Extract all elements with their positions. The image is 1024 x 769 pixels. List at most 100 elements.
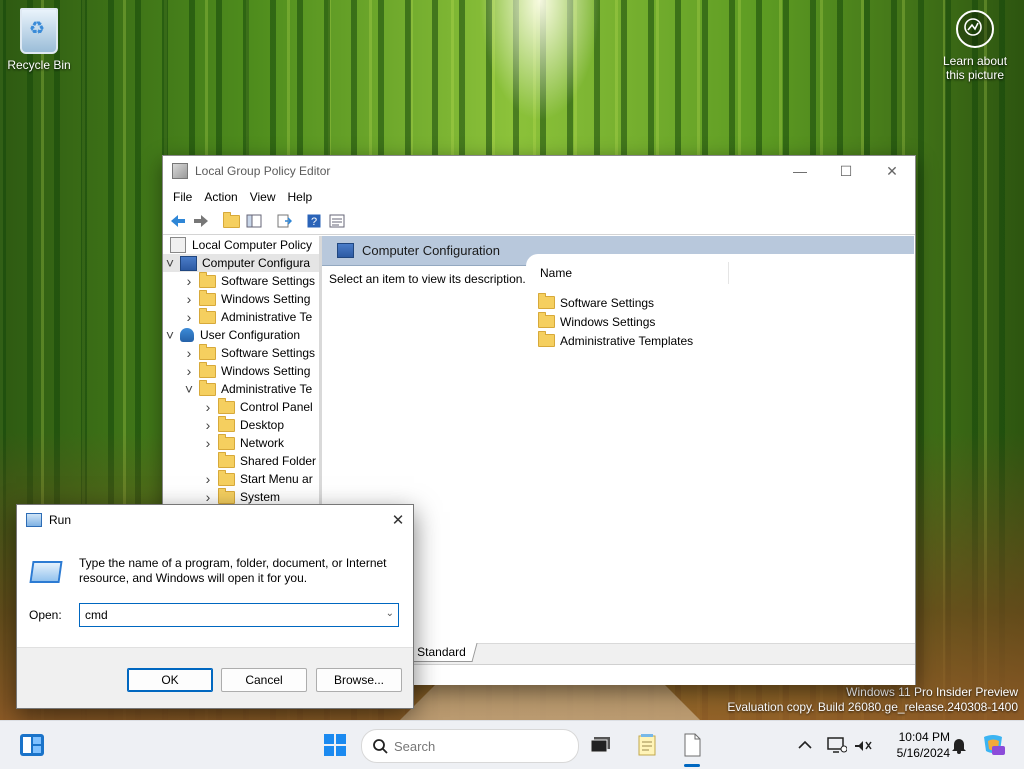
item-list: Name Software Settings Windows Settings … [526, 254, 915, 644]
chevron-right-icon[interactable]: › [182, 291, 196, 307]
tree-item[interactable]: ˅ Administrative Te [163, 379, 319, 398]
recycle-bin-shortcut[interactable]: Recycle Bin [6, 8, 72, 72]
properties-icon[interactable] [326, 211, 348, 231]
run-title: Run [49, 512, 72, 527]
tree-item[interactable]: ˅ Computer Configura [163, 254, 319, 272]
forward-arrow-icon[interactable] [190, 211, 212, 231]
up-folder-icon[interactable] [220, 211, 242, 231]
chevron-right-icon[interactable]: › [201, 399, 215, 415]
tab-standard[interactable]: Standard [405, 643, 478, 662]
notification-bell-icon[interactable] [944, 730, 974, 760]
chevron-right-icon[interactable]: › [182, 273, 196, 289]
minimize-button[interactable]: — [777, 156, 823, 186]
chevron-right-icon[interactable]: › [201, 417, 215, 433]
tree-item[interactable]: › Network [163, 433, 319, 452]
chevron-down-icon[interactable]: ⌄ [386, 608, 394, 619]
back-arrow-icon[interactable] [167, 211, 189, 231]
copilot-icon[interactable] [978, 730, 1008, 760]
learn-about-picture-shortcut[interactable]: Learn about this picture [936, 10, 1014, 82]
menu-view[interactable]: View [244, 190, 282, 204]
search-placeholder: Search [394, 738, 436, 754]
close-button[interactable]: ✕ [869, 156, 915, 186]
tree-item[interactable]: › Windows Setting [163, 361, 319, 380]
gpedit-titlebar[interactable]: Local Group Policy Editor — ☐ ✕ [163, 156, 915, 186]
tree-item[interactable]: › Software Settings [163, 343, 319, 362]
tree-item-label: Windows Setting [221, 364, 311, 378]
watermark-line1: Windows 11 Pro Insider Preview [846, 685, 1018, 699]
document-app-icon[interactable] [677, 730, 707, 760]
tree-item[interactable]: ˅ User Configuration [163, 326, 319, 344]
tree-item-label: Start Menu ar [240, 472, 313, 486]
run-dialog: Run ✕ Type the name of a program, folder… [16, 504, 414, 709]
tray-date: 5/16/2024 [896, 746, 950, 760]
folder-icon [199, 361, 216, 378]
list-item-label: Administrative Templates [560, 333, 694, 348]
cancel-button[interactable]: Cancel [221, 668, 307, 692]
folder-icon [199, 379, 216, 396]
run-titlebar[interactable]: Run ✕ [17, 505, 413, 534]
list-item[interactable]: Windows Settings [538, 312, 655, 331]
open-input[interactable]: cmd ⌄ [79, 603, 399, 627]
ok-button[interactable]: OK [127, 668, 213, 692]
chevron-right-icon[interactable]: › [182, 363, 196, 379]
tree-item[interactable]: › Windows Setting [163, 289, 319, 308]
taskbar-search[interactable]: Search [361, 729, 579, 763]
chevron-down-icon[interactable]: ˅ [163, 327, 177, 343]
menu-action[interactable]: Action [198, 190, 243, 204]
chevron-up-icon[interactable] [790, 730, 820, 760]
watermark-line2: Evaluation copy. Build 26080.ge_release.… [727, 700, 1018, 714]
tree-item[interactable]: › Administrative Te [163, 307, 319, 326]
help-icon[interactable]: ? [303, 211, 325, 231]
recycle-bin-icon [20, 8, 58, 54]
show-hide-tree-icon[interactable] [243, 211, 265, 231]
gpedit-toolbar: ? [163, 208, 915, 235]
menu-help[interactable]: Help [282, 190, 319, 204]
tree-item-label: Local Computer Policy [192, 238, 313, 252]
network-volume-icon[interactable] [848, 730, 878, 760]
run-title-icon [26, 512, 42, 527]
details-header-title: Computer Configuration [362, 243, 501, 258]
menu-file[interactable]: File [167, 190, 198, 204]
tree-item[interactable]: Local Computer Policy [163, 236, 319, 254]
tree-item[interactable]: › Software Settings [163, 271, 319, 290]
tree-item-label: Network [240, 436, 285, 450]
tree-item[interactable]: Shared Folder [163, 451, 319, 470]
open-label: Open: [29, 608, 62, 622]
run-close-button[interactable]: ✕ [383, 505, 413, 534]
run-instructions: Type the name of a program, folder, docu… [79, 556, 387, 585]
tree-item-label: Desktop [240, 418, 285, 432]
chevron-right-icon[interactable]: › [201, 471, 215, 487]
folder-icon [218, 487, 235, 504]
user-icon [180, 328, 194, 342]
search-icon [373, 739, 388, 754]
gpedit-title: Local Group Policy Editor [195, 164, 331, 178]
browse-button[interactable]: Browse... [316, 668, 402, 692]
tree-item[interactable]: › Control Panel [163, 397, 319, 416]
computer-icon [337, 243, 354, 258]
list-item[interactable]: Administrative Templates [538, 331, 693, 350]
tree-item[interactable]: › Start Menu ar [163, 469, 319, 488]
folder-icon [538, 293, 555, 309]
taskbar: Search 10:04 PM 5/16/2024 [0, 720, 1024, 769]
open-input-value[interactable]: cmd [85, 608, 108, 622]
start-windows-icon[interactable] [320, 730, 350, 760]
column-header-name[interactable]: Name [526, 262, 729, 284]
folder-icon [538, 312, 555, 328]
folder-icon [218, 397, 235, 414]
chevron-right-icon[interactable]: › [201, 435, 215, 451]
chevron-right-icon[interactable]: › [182, 345, 196, 361]
task-view-icon[interactable] [586, 730, 616, 760]
widgets-icon[interactable] [17, 730, 47, 760]
chevron-right-icon[interactable]: › [201, 489, 215, 505]
chevron-down-icon[interactable]: ˅ [163, 255, 177, 271]
toolbar-separator [266, 211, 272, 231]
learn-label-line1: Learn about [942, 54, 1008, 68]
tray-clock[interactable]: 10:04 PM 5/16/2024 [880, 729, 950, 761]
tree-item[interactable]: › Desktop [163, 415, 319, 434]
export-list-icon[interactable] [273, 211, 295, 231]
chevron-down-icon[interactable]: ˅ [182, 381, 196, 397]
chevron-right-icon[interactable]: › [182, 309, 196, 325]
maximize-button[interactable]: ☐ [823, 156, 869, 186]
notepad-app-icon[interactable] [632, 730, 662, 760]
list-item[interactable]: Software Settings [538, 293, 654, 312]
